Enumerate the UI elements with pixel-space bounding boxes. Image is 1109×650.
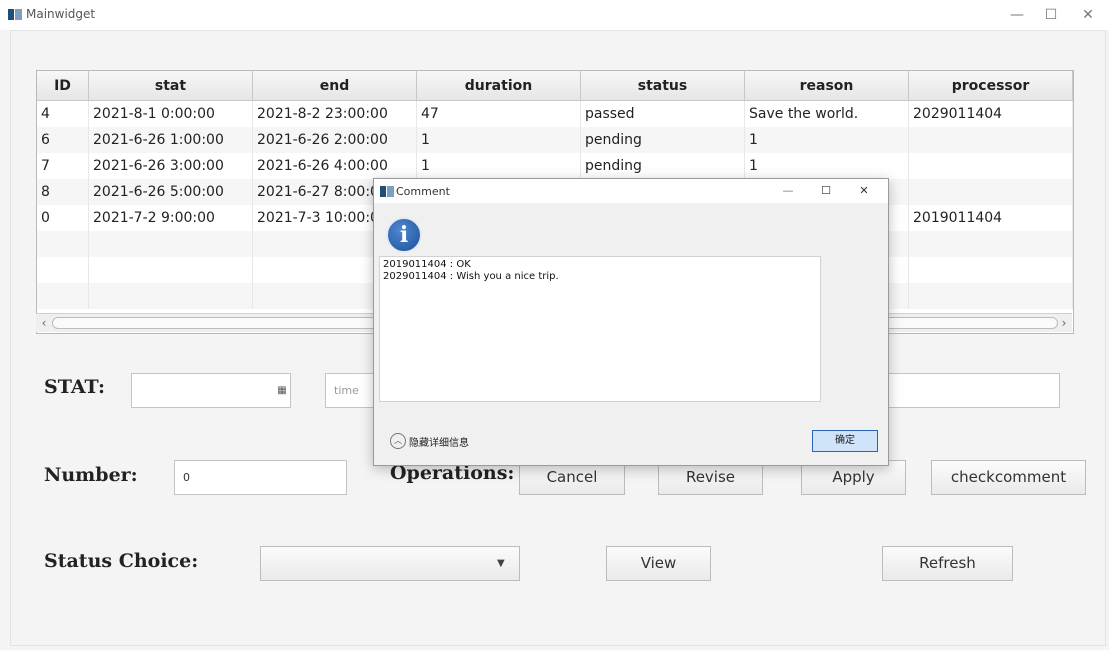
table-cell: 4: [37, 101, 89, 127]
app-icon: [8, 9, 22, 20]
status-choice-label: Status Choice:: [44, 550, 199, 572]
table-cell: 2021-6-26 4:00:00: [253, 153, 417, 179]
stat-date-input[interactable]: [131, 373, 291, 408]
table-cell: 1: [745, 127, 909, 153]
scroll-left-icon[interactable]: ‹: [37, 315, 51, 331]
table-cell: Save the world.: [745, 101, 909, 127]
table-cell: 2021-6-26 3:00:00: [89, 153, 253, 179]
table-cell: 0: [37, 205, 89, 231]
dialog-close-icon[interactable]: ✕: [854, 181, 874, 201]
status-choice-dropdown[interactable]: ▼: [260, 546, 520, 581]
table-cell: pending: [581, 127, 745, 153]
comment-line: 2029011404 : Wish you a nice trip.: [383, 271, 559, 282]
column-header-end[interactable]: end: [253, 71, 417, 101]
table-row[interactable]: 4 2021-8-1 0:00:00 2021-8-2 23:00:00 47 …: [37, 101, 1073, 127]
table-cell: 1: [417, 153, 581, 179]
column-header-duration[interactable]: duration: [417, 71, 581, 101]
comment-dialog: Comment — ☐ ✕ i 2019011404 : OK 20290114…: [373, 178, 889, 466]
table-cell: [909, 153, 1073, 179]
dialog-maximize-icon[interactable]: ☐: [816, 181, 836, 201]
checkcomment-button[interactable]: checkcomment: [931, 460, 1086, 495]
stat-time-input[interactable]: time: [325, 373, 375, 408]
table-cell: 1: [417, 127, 581, 153]
info-icon: i: [386, 217, 422, 253]
column-header-id[interactable]: ID: [37, 71, 89, 101]
stat-label: STAT:: [44, 376, 105, 398]
table-cell: [909, 127, 1073, 153]
table-cell: 2021-7-2 9:00:00: [89, 205, 253, 231]
window-title: Mainwidget: [26, 7, 96, 21]
minimize-icon[interactable]: —: [1007, 5, 1027, 25]
column-header-processor[interactable]: processor: [909, 71, 1073, 101]
number-input[interactable]: 0: [174, 460, 347, 495]
table-row[interactable]: 6 2021-6-26 1:00:00 2021-6-26 2:00:00 1 …: [37, 127, 1073, 153]
number-label: Number:: [44, 464, 138, 486]
dialog-app-icon: [380, 186, 394, 197]
table-cell: [909, 179, 1073, 205]
column-header-status[interactable]: status: [581, 71, 745, 101]
table-cell: 2021-8-1 0:00:00: [89, 101, 253, 127]
view-button[interactable]: View: [606, 546, 711, 581]
table-cell: 47: [417, 101, 581, 127]
scroll-right-icon[interactable]: ›: [1057, 315, 1071, 331]
dialog-title: Comment: [396, 185, 450, 198]
table-cell: 8: [37, 179, 89, 205]
close-icon[interactable]: ✕: [1078, 5, 1098, 25]
dialog-minimize-icon[interactable]: —: [778, 181, 798, 201]
chevron-down-icon: ▼: [497, 558, 505, 569]
dialog-titlebar[interactable]: Comment — ☐ ✕: [374, 179, 888, 203]
window-titlebar[interactable]: Mainwidget — ☐ ✕: [0, 0, 1109, 30]
table-cell: 2021-6-26 2:00:00: [253, 127, 417, 153]
collapse-details-icon[interactable]: ︿: [390, 433, 406, 449]
table-cell: 2021-6-26 1:00:00: [89, 127, 253, 153]
table-cell: 6: [37, 127, 89, 153]
column-header-stat[interactable]: stat: [89, 71, 253, 101]
ok-button[interactable]: 确定: [812, 430, 878, 452]
refresh-button[interactable]: Refresh: [882, 546, 1013, 581]
comment-text-area[interactable]: 2019011404 : OK 2029011404 : Wish you a …: [379, 256, 821, 402]
table-cell: 7: [37, 153, 89, 179]
hide-details-label[interactable]: 隐藏详细信息: [409, 434, 469, 449]
end-time-input[interactable]: [886, 373, 1060, 408]
maximize-icon[interactable]: ☐: [1041, 5, 1061, 25]
column-header-reason[interactable]: reason: [745, 71, 909, 101]
table-cell: passed: [581, 101, 745, 127]
comment-line: 2019011404 : OK: [383, 259, 471, 270]
table-cell: 2019011404: [909, 205, 1073, 231]
table-cell: pending: [581, 153, 745, 179]
table-cell: 1: [745, 153, 909, 179]
table-cell: 2021-8-2 23:00:00: [253, 101, 417, 127]
table-cell: 2021-6-26 5:00:00: [89, 179, 253, 205]
table-row[interactable]: 7 2021-6-26 3:00:00 2021-6-26 4:00:00 1 …: [37, 153, 1073, 179]
table-cell: 2029011404: [909, 101, 1073, 127]
calendar-icon[interactable]: ▦: [273, 373, 291, 408]
